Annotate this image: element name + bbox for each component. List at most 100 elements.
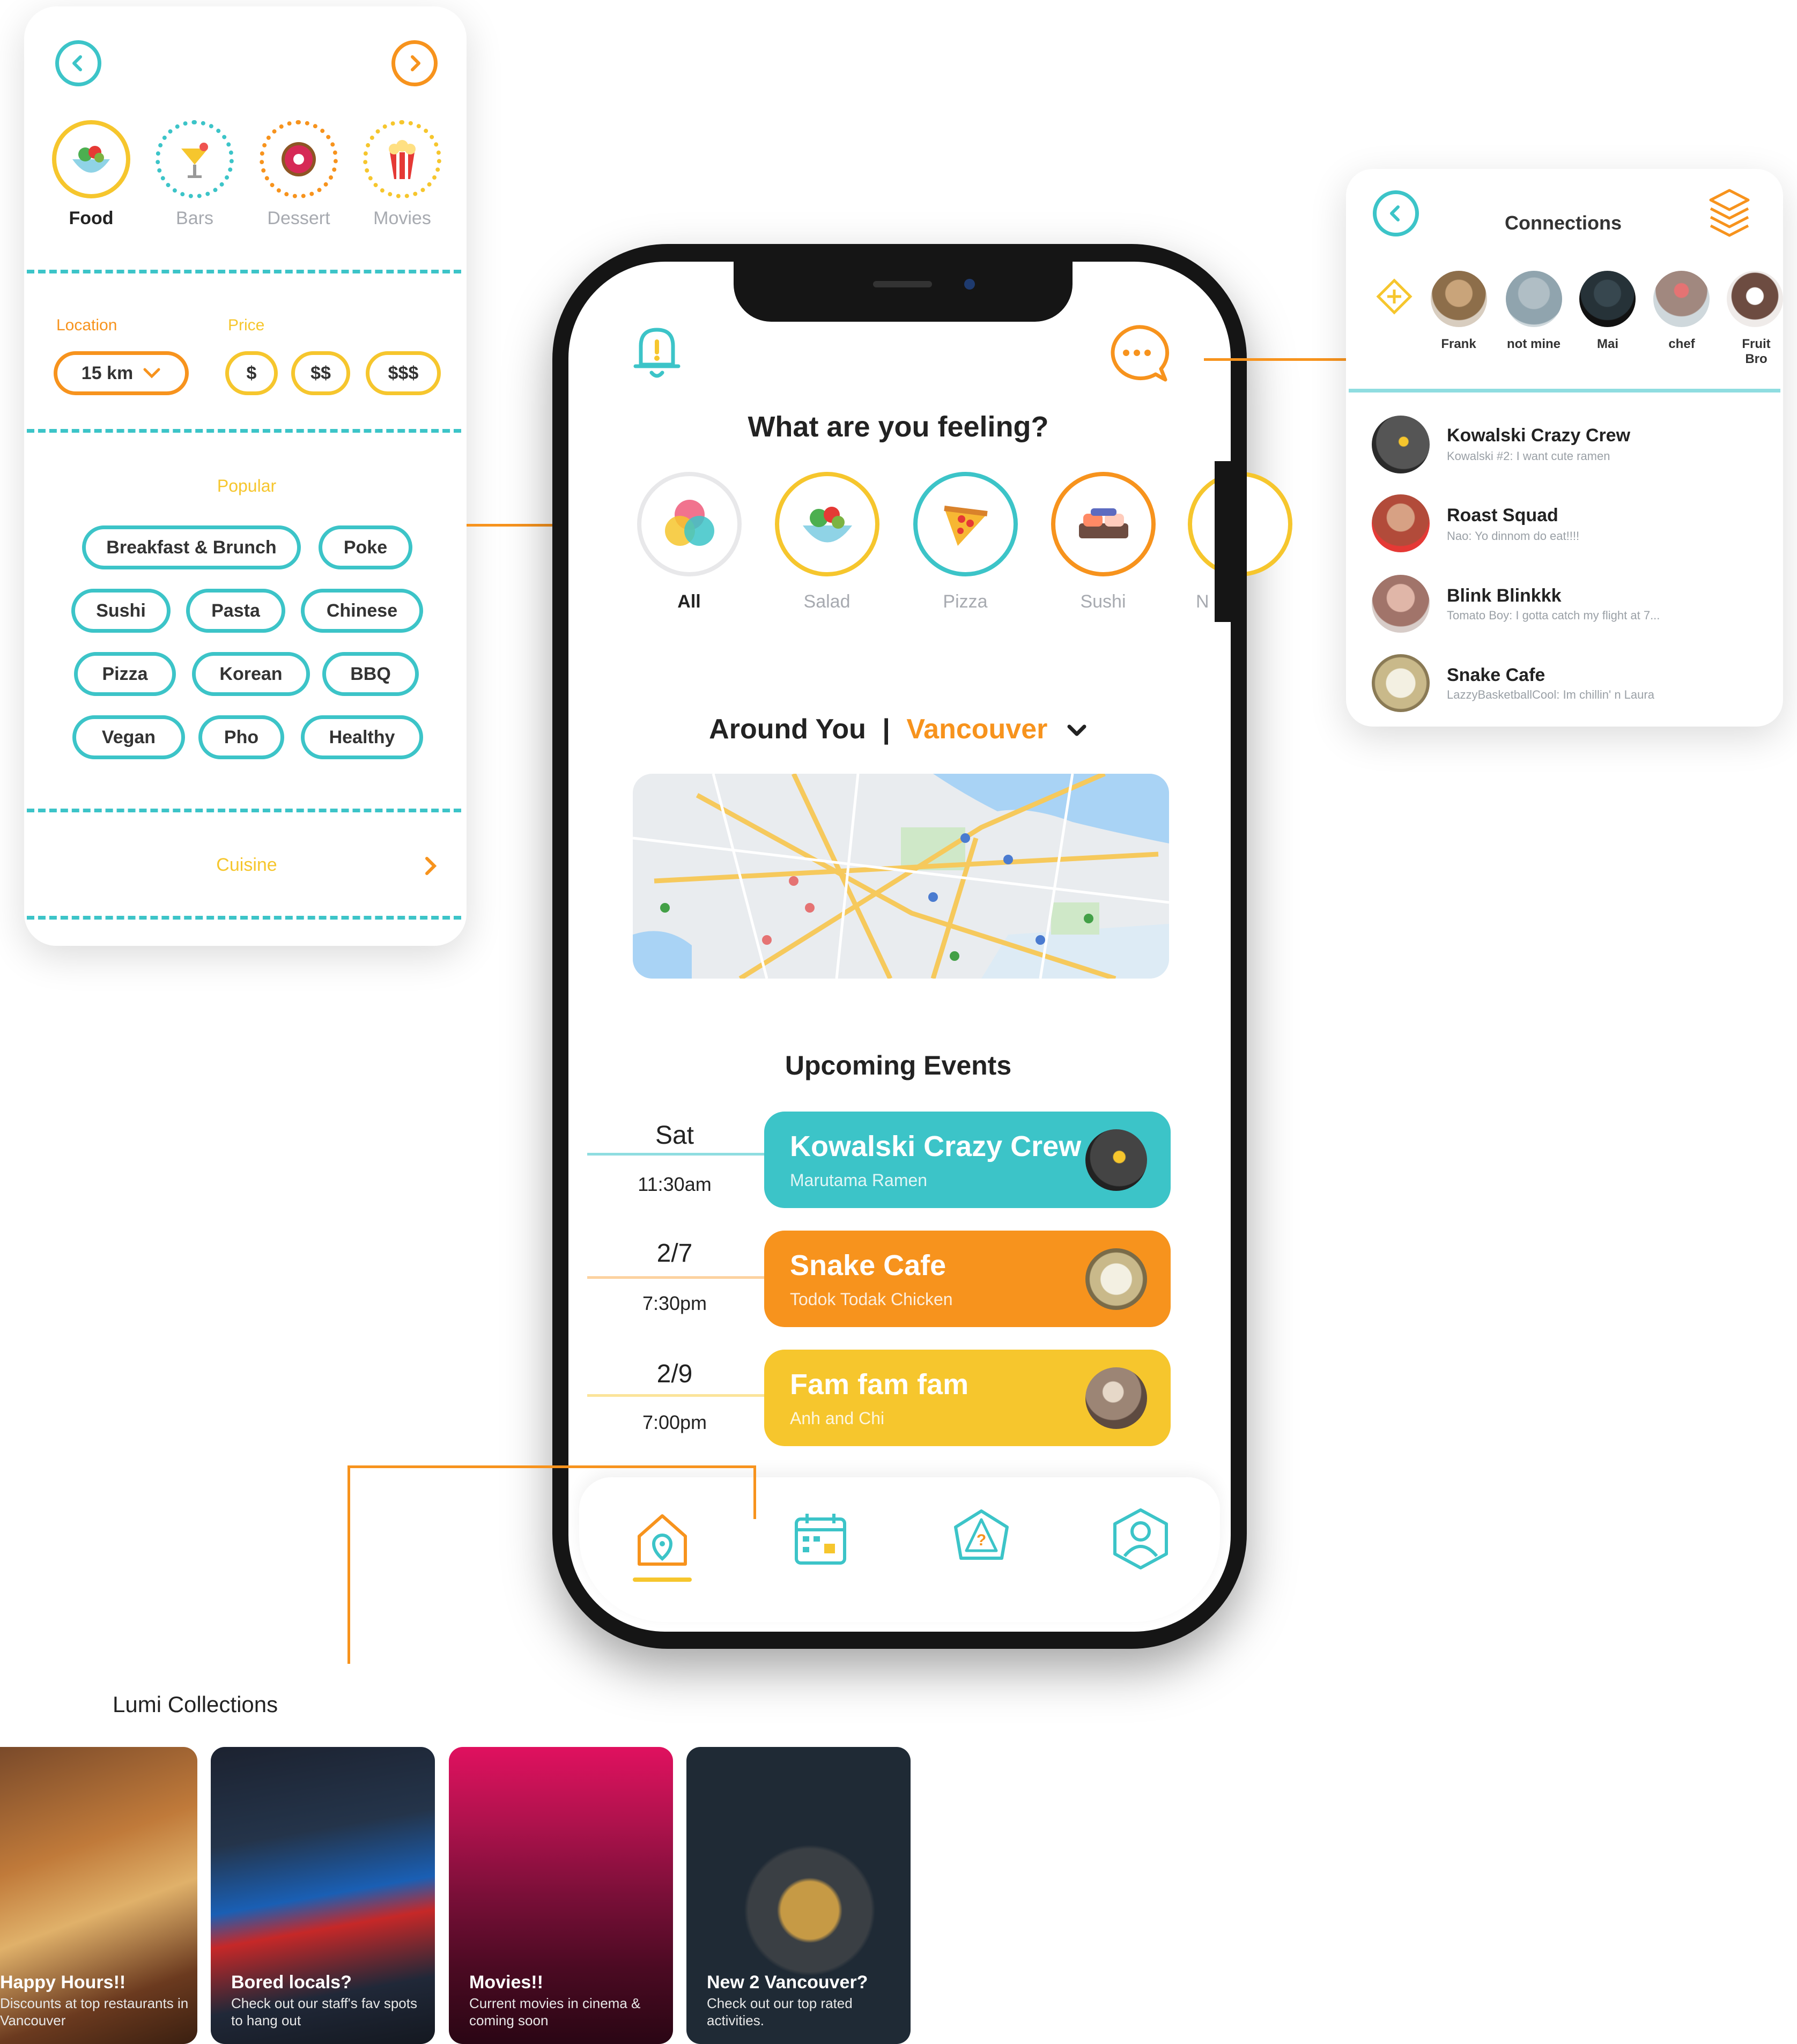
divider	[27, 809, 461, 812]
collection-card[interactable]: Bored locals? Check out our staff's fav …	[211, 1747, 435, 2044]
explore-icon[interactable]: ?	[949, 1507, 1014, 1571]
timeline-line	[587, 1394, 764, 1397]
location-dropdown[interactable]: 15 km	[54, 351, 189, 395]
event-title: Snake Cafe	[790, 1249, 946, 1282]
tag-chinese[interactable]: Chinese	[301, 589, 423, 633]
collections-title: Lumi Collections	[113, 1692, 278, 1717]
tag-bbq[interactable]: BBQ	[322, 652, 419, 696]
conversation-name[interactable]: Snake Cafe	[1447, 665, 1545, 686]
chat-icon[interactable]	[1102, 322, 1172, 386]
friend-name: Fruit Bro	[1742, 337, 1771, 366]
event-date: 2/9	[656, 1360, 693, 1388]
category-bars[interactable]	[156, 120, 234, 198]
sushi-icon	[1078, 508, 1128, 538]
salad-icon	[72, 146, 110, 173]
friend-name: not mine	[1507, 337, 1561, 351]
tag-breakfast-brunch[interactable]: Breakfast & Brunch	[82, 525, 301, 569]
conversation-avatar[interactable]	[1372, 494, 1430, 552]
add-friend-icon[interactable]	[1376, 278, 1413, 315]
profile-icon[interactable]	[1108, 1507, 1173, 1571]
event-card[interactable]: Fam fam fam Anh and Chi	[764, 1350, 1171, 1446]
event-avatar	[1085, 1248, 1147, 1310]
friend-avatar[interactable]	[1579, 271, 1636, 327]
tag-pizza[interactable]: Pizza	[74, 652, 176, 696]
collection-title: Happy Hours!!	[0, 1972, 126, 1993]
map-view[interactable]	[633, 774, 1169, 979]
event-date: Sat	[655, 1121, 694, 1150]
feeling-salad[interactable]	[775, 472, 879, 576]
conversation-avatar[interactable]	[1372, 416, 1430, 473]
category-dessert[interactable]	[260, 120, 338, 198]
price-label: Price	[228, 316, 265, 334]
collection-title: Bored locals?	[231, 1972, 352, 1993]
popular-label: Popular	[217, 476, 277, 495]
friend-name: chef	[1668, 337, 1695, 351]
phone-notch	[734, 257, 1073, 322]
pizza-icon	[943, 505, 988, 546]
city-selector[interactable]: Vancouver	[906, 714, 1047, 745]
phone-bezel-right	[1215, 461, 1247, 622]
forward-button[interactable]	[391, 40, 438, 86]
salad-icon	[802, 506, 852, 542]
category-label-food: Food	[69, 208, 114, 228]
event-time: 7:30pm	[642, 1292, 707, 1314]
bell-icon[interactable]	[627, 319, 686, 383]
cocktail-icon	[181, 143, 208, 178]
feeling-pizza[interactable]	[913, 472, 1018, 576]
event-card[interactable]: Kowalski Crazy Crew Marutama Ramen	[764, 1112, 1171, 1208]
conversation-message: Kowalski #2: I want cute ramen	[1447, 449, 1610, 463]
tag-healthy[interactable]: Healthy	[301, 715, 423, 759]
donut-icon	[282, 142, 316, 176]
conversation-avatar[interactable]	[1372, 654, 1430, 712]
feeling-all[interactable]	[637, 472, 742, 576]
connections-title: Connections	[1504, 212, 1622, 234]
tag-poke[interactable]: Poke	[319, 525, 412, 569]
conversation-message: Nao: Yo dinnom do eat!!!!	[1447, 529, 1580, 543]
back-button[interactable]	[55, 40, 101, 86]
friend-avatar[interactable]	[1506, 271, 1562, 327]
back-button[interactable]	[1373, 190, 1419, 236]
cuisine-label[interactable]: Cuisine	[54, 855, 440, 876]
collection-card[interactable]: Happy Hours!! Discounts at top restauran…	[0, 1747, 197, 2044]
layers-icon[interactable]	[1705, 185, 1754, 239]
divider	[27, 916, 461, 920]
tag-pho[interactable]: Pho	[198, 715, 284, 759]
connector-line	[753, 1465, 756, 1519]
event-card[interactable]: Snake Cafe Todok Todak Chicken	[764, 1231, 1171, 1327]
price-option-1[interactable]: $	[225, 351, 278, 395]
tag-pasta[interactable]: Pasta	[186, 589, 285, 633]
price-option-3[interactable]: $$$	[366, 351, 441, 395]
feeling-label-sushi: Sushi	[1080, 591, 1126, 612]
conversation-name[interactable]: Roast Squad	[1447, 505, 1558, 526]
conversation-message: Tomato Boy: I gotta catch my flight at 7…	[1447, 609, 1660, 622]
chevron-right-icon	[411, 55, 420, 71]
conversation-name[interactable]: Blink Blinkkk	[1447, 586, 1562, 606]
conversation-name[interactable]: Kowalski Crazy Crew	[1447, 425, 1630, 446]
collection-card[interactable]: New 2 Vancouver? Check out our top rated…	[686, 1747, 911, 2044]
event-title: Kowalski Crazy Crew	[790, 1130, 1082, 1162]
chevron-down-icon[interactable]	[1066, 722, 1088, 738]
home-icon[interactable]	[633, 1509, 692, 1574]
calendar-icon[interactable]	[791, 1509, 850, 1568]
around-you-label: Around You	[709, 714, 866, 745]
friend-avatar[interactable]	[1431, 271, 1487, 327]
events-title: Upcoming Events	[785, 1050, 1012, 1080]
feeling-label-pizza: Pizza	[943, 591, 988, 612]
all-icon	[664, 499, 714, 546]
friend-name: Mai	[1596, 337, 1618, 351]
price-option-2[interactable]: $$	[291, 351, 350, 395]
tag-korean[interactable]: Korean	[192, 652, 310, 696]
category-food[interactable]	[52, 120, 130, 198]
svg-text:?: ?	[977, 1531, 986, 1549]
chevron-right-icon[interactable]	[424, 855, 439, 877]
category-movies[interactable]	[363, 120, 441, 198]
chevron-down-icon	[143, 368, 160, 379]
friend-avatar[interactable]	[1653, 271, 1710, 327]
conversation-avatar[interactable]	[1372, 575, 1430, 633]
feeling-sushi[interactable]	[1051, 472, 1156, 576]
collection-card[interactable]: Movies!! Current movies in cinema & comi…	[449, 1747, 673, 2044]
event-subtitle: Anh and Chi	[790, 1409, 885, 1428]
tag-sushi[interactable]: Sushi	[71, 589, 171, 633]
friend-avatar[interactable]	[1727, 271, 1783, 327]
tag-vegan[interactable]: Vegan	[72, 715, 185, 759]
